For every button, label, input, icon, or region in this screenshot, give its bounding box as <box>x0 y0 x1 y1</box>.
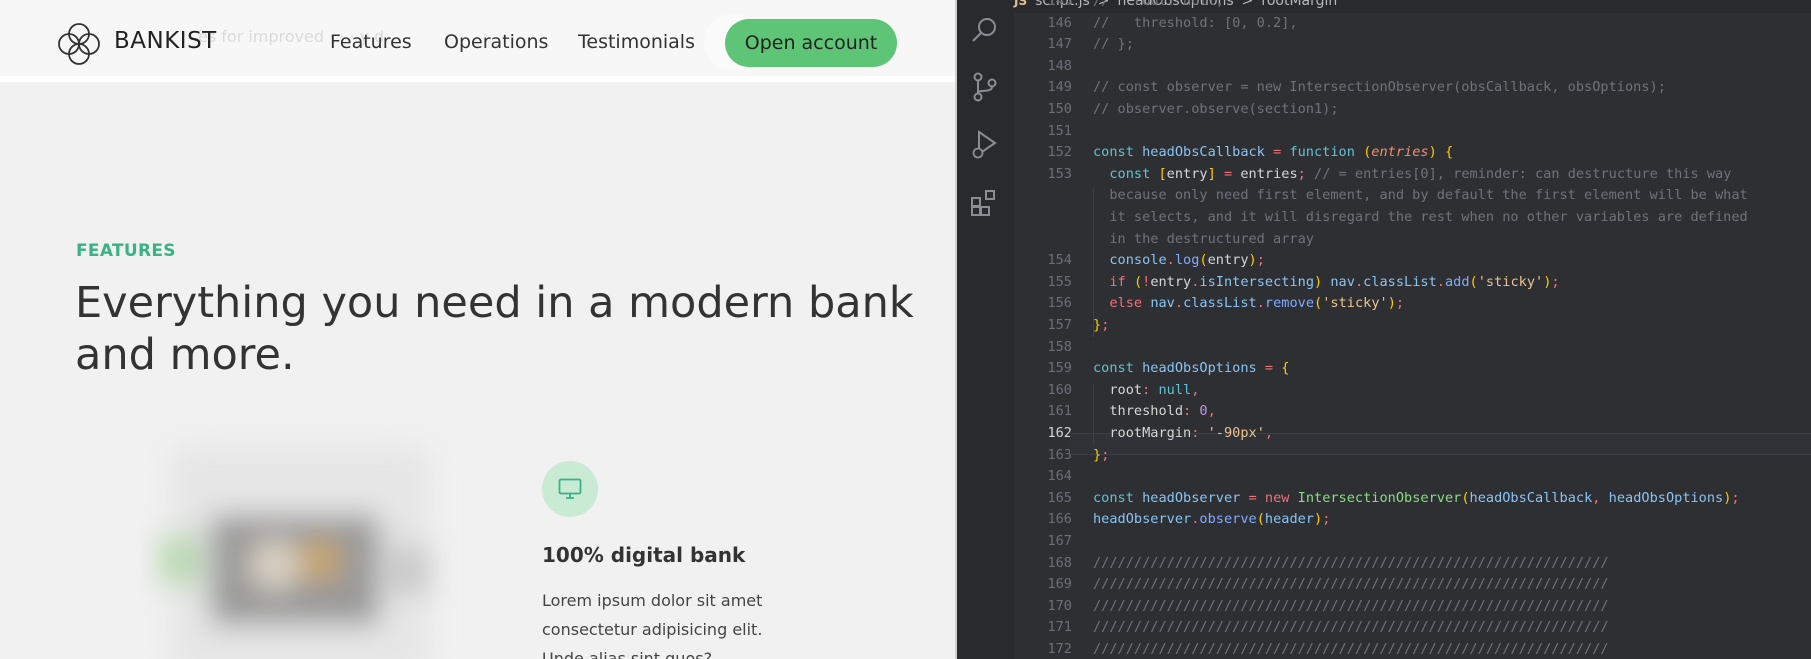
code-line[interactable]: ////////////////////////////////////////… <box>1093 555 1609 571</box>
code-line[interactable]: if (!entry.isIntersecting) nav.classList… <box>1093 274 1559 290</box>
code-line[interactable]: // const observer = new IntersectionObse… <box>1093 79 1666 95</box>
code-line[interactable]: console.log(entry); <box>1093 252 1265 268</box>
line-number: 146 <box>1047 14 1072 31</box>
source-control-icon[interactable] <box>969 71 1001 103</box>
code-line[interactable]: in the destructured array <box>1093 231 1314 247</box>
line-number: 165 <box>1047 489 1072 506</box>
code-line[interactable]: headObserver.observe(header); <box>1093 511 1330 527</box>
code-line[interactable]: }; <box>1093 317 1109 333</box>
code-line[interactable]: ////////////////////////////////////////… <box>1093 576 1609 592</box>
indent-guide <box>1093 189 1094 337</box>
line-number: 157 <box>1047 317 1072 333</box>
line-number: 154 <box>1047 252 1072 269</box>
breadcrumb-symbol-rootMargin[interactable]: rootMargin <box>1261 0 1337 9</box>
line-number: 153 <box>1047 165 1072 182</box>
line-number: 166 <box>1047 511 1072 528</box>
line-number: 167 <box>1047 533 1072 549</box>
line-number: 156 <box>1047 295 1072 312</box>
feature-description: Lorem ipsum dolor sit amet consectetur a… <box>542 591 763 659</box>
nav-link-testimonials[interactable]: Testimonials <box>578 31 695 53</box>
line-number: 152 <box>1047 144 1072 161</box>
nav-link-features[interactable]: Features <box>330 31 412 53</box>
code-line[interactable]: const headObserver = new IntersectionObs… <box>1093 490 1740 506</box>
line-number: 163 <box>1047 446 1072 463</box>
code-line[interactable]: ////////////////////////////////////////… <box>1093 641 1609 657</box>
line-number: 147 <box>1047 36 1072 53</box>
line-number: 148 <box>1047 57 1072 74</box>
code-line[interactable]: ////////////////////////////////////////… <box>1093 619 1609 635</box>
code-line[interactable]: const headObsOptions = { <box>1093 360 1289 376</box>
line-number: 169 <box>1047 576 1072 593</box>
line-number: 159 <box>1047 360 1072 377</box>
line-number: 150 <box>1047 101 1072 117</box>
bankist-logo-icon[interactable] <box>56 21 102 67</box>
code-line[interactable]: }; <box>1093 447 1109 463</box>
code-line[interactable]: const headObsCallback = function (entrie… <box>1093 144 1453 160</box>
feature-title: 100% digital bank <box>542 543 746 567</box>
line-number: 160 <box>1047 381 1072 398</box>
code-line[interactable]: else nav.classList.remove('sticky'); <box>1093 295 1404 311</box>
line-number: 172 <box>1047 641 1072 657</box>
run-debug-icon[interactable] <box>969 128 1001 160</box>
code-line[interactable]: root: null, <box>1093 382 1199 398</box>
brand-name: BANKIST <box>114 28 217 54</box>
line-number: 151 <box>1047 122 1072 139</box>
code-line[interactable]: ////////////////////////////////////////… <box>1093 598 1609 614</box>
breadcrumb-separator: > <box>1241 0 1254 9</box>
blurred-feature-image <box>160 445 430 659</box>
browser-page: es for improved · · · y d BANKIST Featur… <box>0 0 957 659</box>
line-number: 149 <box>1047 79 1072 96</box>
code-line[interactable]: it selects, and it will disregard the re… <box>1093 209 1747 225</box>
line-number: 171 <box>1047 619 1072 636</box>
top-navigation: es for improved · · · y d BANKIST Featur… <box>0 0 957 82</box>
extensions-icon[interactable] <box>969 186 1001 218</box>
line-number: 161 <box>1047 403 1072 420</box>
monitor-icon <box>558 478 582 499</box>
code-line[interactable]: // observer.observe(section1); <box>1093 101 1339 117</box>
code-line[interactable]: rootMargin: '-90px', <box>1093 425 1273 441</box>
line-number: 164 <box>1047 468 1072 485</box>
section-kicker: FEATURES <box>76 241 176 261</box>
indent-guide <box>1093 383 1094 445</box>
code-line[interactable]: // }; <box>1093 36 1134 52</box>
line-number: 158 <box>1047 338 1072 355</box>
line-number: 170 <box>1047 597 1072 614</box>
open-account-button[interactable]: Open account <box>725 19 897 67</box>
code-line[interactable]: because only need first element, and by … <box>1093 187 1747 203</box>
nav-link-operations[interactable]: Operations <box>444 31 548 53</box>
code-line[interactable]: threshold: 0, <box>1093 403 1215 419</box>
line-number: 145 <box>1047 0 1072 9</box>
activity-bar <box>957 0 1014 659</box>
feature-icon-circle <box>542 461 598 517</box>
code-line[interactable]: // threshold: [0, 0.2], <box>1093 15 1298 31</box>
search-icon[interactable] <box>969 14 1001 46</box>
code-line[interactable]: const [entry] = entries; // = entries[0]… <box>1093 166 1731 182</box>
line-number: 162 <box>1047 425 1072 441</box>
code-line[interactable]: // root: null, <box>1093 0 1224 9</box>
line-number: 168 <box>1047 554 1072 571</box>
line-number: 155 <box>1047 273 1072 290</box>
section-title: Everything you need in a modern bank and… <box>75 278 914 380</box>
